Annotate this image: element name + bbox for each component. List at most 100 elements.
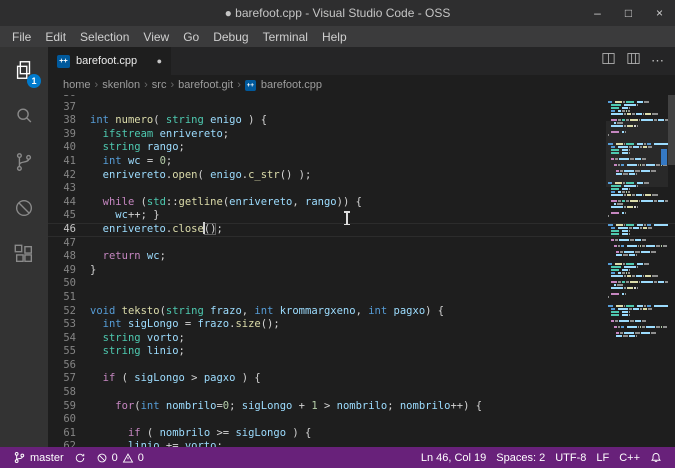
notifications-bell[interactable]	[645, 452, 667, 464]
code-text: enrivereto.close();	[90, 223, 223, 237]
minimap-line	[606, 164, 668, 167]
code-line-58[interactable]: 58	[48, 386, 675, 400]
branch-name: master	[30, 452, 64, 464]
code-text: linio += vorto;	[90, 440, 223, 447]
code-text: string rango;	[90, 141, 185, 155]
menu-edit[interactable]: Edit	[38, 30, 73, 44]
minimize-button[interactable]: –	[582, 0, 613, 26]
code-line-40[interactable]: 40 string rango;	[48, 141, 675, 155]
menu-go[interactable]: Go	[176, 30, 206, 44]
code-text: if ( sigLongo > pagxo ) {	[90, 372, 261, 386]
code-text: ifstream enrivereto;	[90, 128, 229, 142]
code-text: int numero( string enigo ) {	[90, 114, 267, 128]
git-branch-icon	[13, 451, 26, 464]
line-number: 40	[48, 141, 90, 155]
code-line-45[interactable]: 45 wc++; }	[48, 209, 675, 223]
code-line-50[interactable]: 50	[48, 277, 675, 291]
code-line-38[interactable]: 38int numero( string enigo ) {	[48, 114, 675, 128]
line-number: 54	[48, 332, 90, 346]
code-text: if ( nombrilo >= sigLongo ) {	[90, 427, 311, 441]
minimap-line	[606, 194, 668, 197]
line-number: 42	[48, 169, 90, 183]
code-line-49[interactable]: 49}	[48, 264, 675, 278]
indentation-indicator[interactable]: Spaces: 2	[491, 452, 550, 464]
source-control-icon[interactable]	[0, 139, 48, 185]
code-text: enrivereto.open( enigo.c_str() );	[90, 169, 311, 183]
code-line-56[interactable]: 56	[48, 359, 675, 373]
menu-file[interactable]: File	[5, 30, 38, 44]
line-number: 59	[48, 400, 90, 414]
close-button[interactable]: ×	[644, 0, 675, 26]
code-line-41[interactable]: 41 int wc = 0;	[48, 155, 675, 169]
more-actions-icon[interactable]: ⋯	[651, 53, 665, 69]
menu-selection[interactable]: Selection	[73, 30, 136, 44]
code-editor[interactable]: 363738int numero( string enigo ) {39 ifs…	[48, 95, 675, 447]
menu-debug[interactable]: Debug	[206, 30, 255, 44]
menu-terminal[interactable]: Terminal	[256, 30, 315, 44]
code-text: int sigLongo = frazo.size();	[90, 318, 280, 332]
code-line-48[interactable]: 48 return wc;	[48, 250, 675, 264]
menu-view[interactable]: View	[136, 30, 176, 44]
line-number: 44	[48, 196, 90, 210]
breadcrumb-separator: ›	[169, 79, 175, 91]
language-mode[interactable]: C++	[614, 452, 645, 464]
eol-indicator[interactable]: LF	[591, 452, 614, 464]
line-number: 37	[48, 101, 90, 115]
line-number: 46	[48, 223, 90, 237]
code-line-46[interactable]: 46 enrivereto.close();	[48, 223, 675, 237]
vertical-scrollbar[interactable]	[668, 95, 675, 447]
encoding-indicator[interactable]: UTF-8	[550, 452, 591, 464]
scrollbar-thumb[interactable]	[668, 95, 675, 165]
code-line-62[interactable]: 62 linio += vorto;	[48, 440, 675, 447]
code-line-43[interactable]: 43	[48, 182, 675, 196]
breadcrumb-item-home[interactable]: home	[63, 79, 91, 91]
breadcrumb-separator: ›	[236, 79, 242, 91]
sync-icon	[74, 452, 86, 464]
breadcrumb-item-src[interactable]: src	[152, 79, 167, 91]
menu-help[interactable]: Help	[315, 30, 354, 44]
code-line-42[interactable]: 42 enrivereto.open( enigo.c_str() );	[48, 169, 675, 183]
code-text: wc++; }	[90, 209, 160, 223]
minimap-line	[606, 275, 668, 278]
sync-indicator[interactable]	[69, 452, 91, 464]
line-number: 41	[48, 155, 90, 169]
bell-icon	[650, 452, 662, 464]
problems-indicator[interactable]: 0 0	[91, 452, 149, 464]
code-line-47[interactable]: 47	[48, 237, 675, 251]
workbench: 1 ++ barefoot.cpp ●	[0, 47, 675, 447]
code-line-57[interactable]: 57 if ( sigLongo > pagxo ) {	[48, 372, 675, 386]
line-number: 55	[48, 345, 90, 359]
code-line-60[interactable]: 60	[48, 413, 675, 427]
extensions-icon[interactable]	[0, 231, 48, 277]
cpp-file-icon: ++	[245, 80, 256, 91]
maximize-button[interactable]: □	[613, 0, 644, 26]
warning-count: 0	[138, 452, 144, 464]
explorer-icon[interactable]: 1	[0, 47, 48, 93]
debug-icon[interactable]	[0, 185, 48, 231]
code-line-61[interactable]: 61 if ( nombrilo >= sigLongo ) {	[48, 427, 675, 441]
split-editor-icon[interactable]	[601, 51, 616, 71]
line-number: 49	[48, 264, 90, 278]
code-line-44[interactable]: 44 while (std::getline(enrivereto, rango…	[48, 196, 675, 210]
search-icon[interactable]	[0, 93, 48, 139]
code-text: return wc;	[90, 250, 166, 264]
code-line-53[interactable]: 53 int sigLongo = frazo.size();	[48, 318, 675, 332]
code-line-39[interactable]: 39 ifstream enrivereto;	[48, 128, 675, 142]
tab-barefoot-cpp[interactable]: ++ barefoot.cpp ●	[48, 47, 172, 75]
code-line-37[interactable]: 37	[48, 101, 675, 115]
code-lines: 363738int numero( string enigo ) {39 ifs…	[48, 95, 675, 447]
line-number: 60	[48, 413, 90, 427]
toggle-editor-layout-icon[interactable]	[626, 51, 641, 71]
breadcrumb-item-barefoot.cpp[interactable]: barefoot.cpp	[261, 79, 322, 91]
code-line-59[interactable]: 59 for(int nombrilo=0; sigLongo + 1 > no…	[48, 400, 675, 414]
code-line-51[interactable]: 51	[48, 291, 675, 305]
minimap[interactable]	[606, 95, 668, 447]
breadcrumb-item-skenlon[interactable]: skenlon	[102, 79, 140, 91]
cursor-position[interactable]: Ln 46, Col 19	[416, 452, 491, 464]
code-line-55[interactable]: 55 string linio;	[48, 345, 675, 359]
code-line-52[interactable]: 52void teksto(string frazo, int krommarg…	[48, 305, 675, 319]
breadcrumb-item-barefoot.git[interactable]: barefoot.git	[178, 79, 233, 91]
git-branch-indicator[interactable]: master	[8, 451, 69, 464]
code-line-54[interactable]: 54 string vorto;	[48, 332, 675, 346]
modified-dot-icon[interactable]: ●	[157, 56, 162, 66]
